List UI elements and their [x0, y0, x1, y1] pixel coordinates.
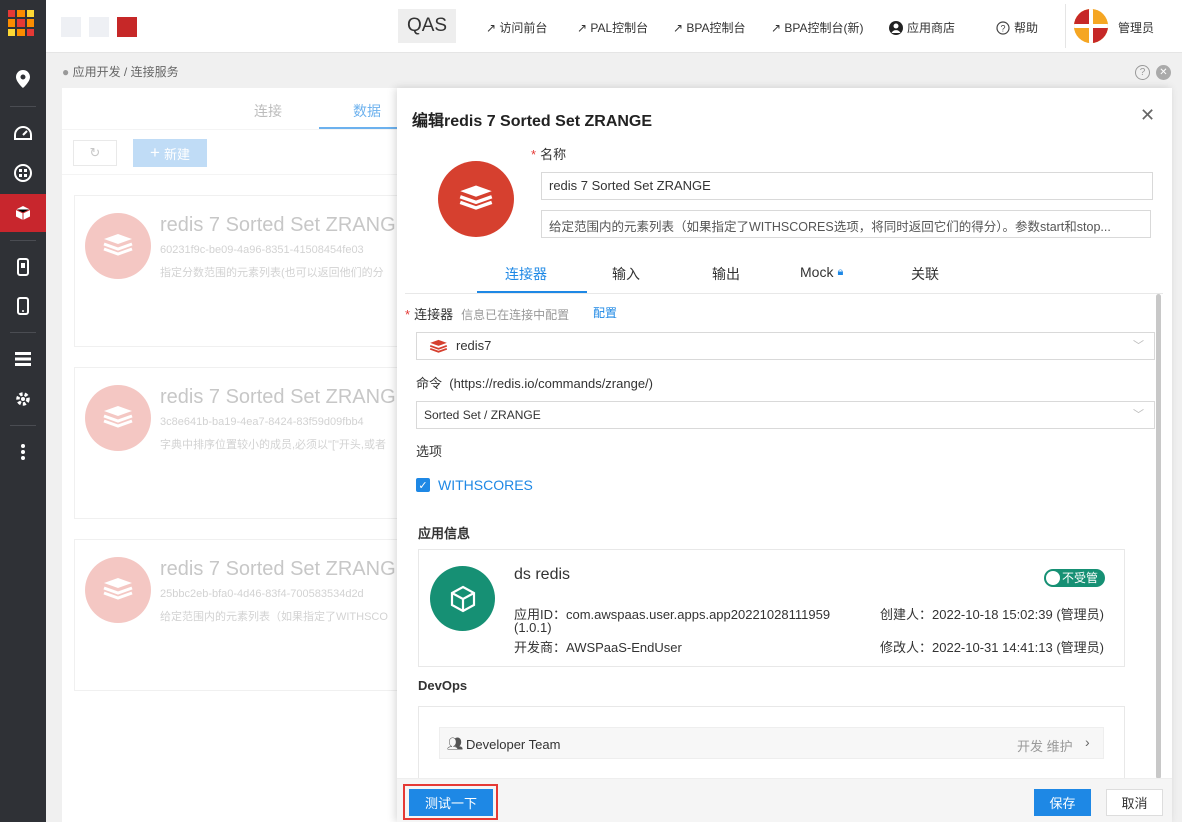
command-select[interactable]: Sorted Set / ZRANGE ﹀	[416, 401, 1155, 429]
environment-badge[interactable]: QAS	[398, 9, 456, 43]
app-store-link[interactable]: 应用商店	[889, 19, 955, 36]
team-roles: 开发 维护	[1017, 739, 1073, 754]
team-icon: 👥︎	[447, 736, 464, 751]
link-pal[interactable]: ↗ PAL控制台	[577, 19, 648, 36]
tab-output[interactable]: 输出	[712, 264, 740, 284]
location-pin-icon: ●	[62, 65, 70, 79]
team-name: Developer Team	[466, 737, 561, 752]
app-creator: 创建人：2022-10-18 15:02:39 (管理员)	[880, 607, 1104, 622]
help-icon: ?	[996, 20, 1010, 35]
app-info-card: ds redis 不受管 应用ID：com.awspaas.user.apps.…	[418, 549, 1125, 667]
dashboard-icon[interactable]	[0, 114, 46, 152]
logo-icon[interactable]	[8, 10, 34, 36]
cube-icon[interactable]	[0, 194, 46, 232]
save-button[interactable]: 保存	[1034, 789, 1091, 816]
name-label: * 名称	[531, 147, 567, 162]
redis-logo-icon[interactable]	[438, 161, 514, 237]
command-label: 命令 (https://redis.io/commands/zrange/)	[416, 376, 653, 391]
close-icon[interactable]: ✕	[1156, 65, 1171, 80]
test-button[interactable]: 测试一下	[409, 789, 493, 816]
redis-icon	[429, 339, 448, 353]
app-modifier: 修改人：2022-10-31 14:41:13 (管理员)	[880, 640, 1104, 655]
store-icon	[889, 20, 903, 35]
configure-link[interactable]: 配置	[593, 304, 617, 321]
avatar[interactable]	[1074, 9, 1108, 43]
chevron-right-icon: ›	[1085, 734, 1090, 750]
tab-connector[interactable]: 连接器	[505, 264, 547, 284]
withscores-label[interactable]: WITHSCORES	[438, 477, 533, 493]
lock-icon: 🔒︎	[837, 265, 844, 278]
close-icon[interactable]: ✕	[1140, 105, 1155, 126]
app-info-title: 应用信息	[418, 526, 471, 541]
devops-title: DevOps	[418, 678, 468, 693]
connector-select[interactable]: redis7 ﹀	[416, 332, 1155, 360]
command-doc-link[interactable]: (https://redis.io/commands/zrange/)	[449, 376, 653, 391]
breadcrumb: ● 应用开发 / 连接服务	[62, 65, 179, 79]
tab-mock[interactable]: Mock 🔒︎	[800, 264, 843, 280]
app-version: (1.0.1)	[514, 620, 552, 635]
scrollbar[interactable]	[1156, 294, 1161, 779]
link-bpa[interactable]: ↗ BPA控制台	[673, 19, 746, 36]
app-id: 应用ID：com.awspaas.user.apps.app2022102811…	[514, 607, 831, 622]
user-name[interactable]: 管理员	[1118, 19, 1154, 36]
external-link-icon: ↗	[577, 21, 591, 35]
help-icon[interactable]: ?	[1135, 65, 1150, 80]
tile-icon[interactable]	[117, 17, 137, 37]
app-cube-icon	[430, 566, 495, 631]
link-front[interactable]: ↗ 访问前台	[486, 19, 547, 36]
name-input[interactable]: redis 7 Sorted Set ZRANGE	[541, 172, 1153, 200]
gear-icon[interactable]	[0, 380, 46, 418]
cancel-button[interactable]: 取消	[1106, 789, 1163, 816]
help-link[interactable]: ? 帮助	[996, 19, 1038, 36]
external-link-icon: ↗	[673, 21, 687, 35]
chevron-down-icon: ﹀	[1133, 340, 1144, 352]
more-icon[interactable]	[0, 433, 46, 471]
app-name: ds redis	[514, 566, 571, 583]
svg-text:?: ?	[1000, 23, 1005, 33]
tile-icon[interactable]	[89, 17, 109, 37]
tile-icon[interactable]	[61, 17, 81, 37]
overlay	[62, 88, 397, 822]
location-icon[interactable]	[0, 60, 46, 98]
mobile-icon[interactable]	[0, 248, 46, 286]
description-input[interactable]: 给定范围内的元素列表（如果指定了WITHSCORES选项，将同时返回它们的得分）…	[541, 210, 1151, 238]
connector-label: * 连接器 信息已在连接中配置	[405, 307, 570, 322]
devops-card: 👥︎ Developer Team 开发 维护 ›	[418, 706, 1125, 786]
phone-icon[interactable]	[0, 287, 46, 325]
chevron-down-icon: ﹀	[1133, 409, 1144, 421]
list-icon[interactable]	[0, 340, 46, 378]
options-label: 选项	[416, 444, 443, 459]
tab-input[interactable]: 输入	[612, 264, 640, 284]
apps-icon[interactable]	[0, 154, 46, 192]
withscores-checkbox[interactable]: ✓	[416, 478, 430, 492]
sidebar	[0, 0, 46, 822]
managed-toggle[interactable]: 不受管	[1044, 569, 1105, 587]
link-bpa-new[interactable]: ↗ BPA控制台(新)	[771, 19, 864, 36]
top-header: QAS ↗ 访问前台 ↗ PAL控制台 ↗ BPA控制台 ↗ BPA控制台(新)…	[46, 0, 1182, 53]
drawer-title: 编辑redis 7 Sorted Set ZRANGE	[412, 113, 653, 130]
tab-relation[interactable]: 关联	[911, 264, 939, 284]
edit-drawer: 编辑redis 7 Sorted Set ZRANGE ✕ * 名称 redis …	[397, 88, 1172, 822]
app-developer: 开发商：AWSPaaS-EndUser	[514, 640, 682, 655]
team-row[interactable]: 👥︎ Developer Team 开发 维护 ›	[439, 727, 1104, 759]
external-link-icon: ↗	[771, 21, 785, 35]
external-link-icon: ↗	[486, 21, 500, 35]
